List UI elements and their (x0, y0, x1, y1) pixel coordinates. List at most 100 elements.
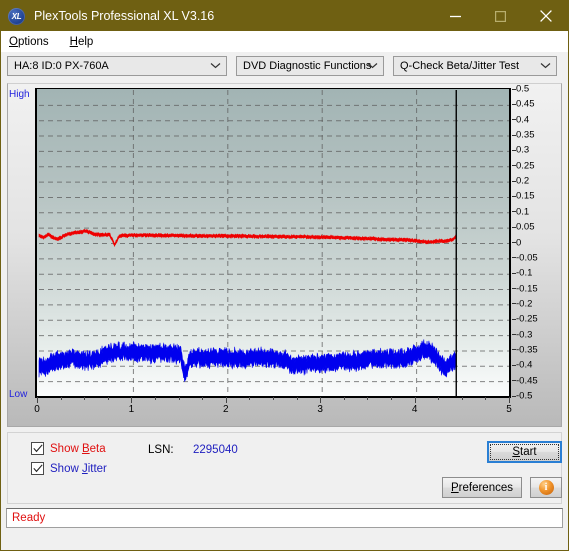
y-tick-mark (512, 303, 516, 305)
y-tick-label: -0.15 (516, 283, 538, 295)
window-title: PlexTools Professional XL V3.16 (34, 9, 215, 23)
y-tick-mark (512, 257, 516, 259)
y-tick-label: 0.35 (516, 129, 535, 141)
selector-toolbar: HA:8 ID:0 PX-760A DVD Diagnostic Functio… (1, 52, 568, 80)
y-tick-label: 0.3 (516, 144, 530, 156)
maximize-icon[interactable] (478, 1, 523, 31)
chevron-down-icon (210, 60, 221, 72)
show-jitter-checkbox[interactable] (31, 462, 44, 475)
x-tick-mark (131, 397, 133, 403)
y-tick-label: -0.35 (516, 344, 538, 356)
y-tick-mark (512, 195, 516, 197)
plot-area (35, 88, 511, 398)
y-tick-mark (512, 395, 516, 397)
y-tick-mark (512, 211, 516, 213)
y-tick-mark (512, 119, 516, 121)
x-tick-mark (202, 397, 204, 400)
drive-select[interactable]: HA:8 ID:0 PX-760A (7, 56, 227, 76)
y-tick-mark (512, 318, 516, 320)
x-tick-mark (249, 397, 251, 400)
menu-item-options[interactable]: Options (7, 34, 58, 50)
function-select[interactable]: DVD Diagnostic Functions (236, 56, 384, 76)
y-tick-mark (512, 272, 516, 274)
y-tick-mark (512, 349, 516, 351)
title-bar: XL PlexTools Professional XL V3.16 (1, 1, 568, 31)
status-bar: Ready (6, 508, 563, 528)
y-tick-label: -0.45 (516, 375, 538, 387)
x-tick-mark (107, 397, 109, 400)
y-tick-label: -0.5 (516, 390, 533, 402)
x-tick-mark (485, 397, 487, 400)
show-beta-checkbox[interactable] (31, 442, 44, 455)
lsn-label: LSN: (148, 444, 174, 456)
x-tick-label: 3 (317, 404, 323, 415)
control-panel: Show Beta Show Jitter LSN: 2295040 Start… (7, 432, 562, 504)
menu-bar: Options Help (1, 31, 568, 52)
y-tick-label: 0.15 (516, 190, 535, 202)
y-tick-label: -0.4 (516, 359, 533, 371)
y-tick-label: -0.05 (516, 252, 538, 264)
x-tick-label: 4 (411, 404, 418, 415)
y-tick-label: 0.45 (516, 98, 535, 110)
y-tick-label: -0.2 (516, 298, 533, 310)
menu-item-help-rest: elp (77, 35, 94, 48)
x-tick-mark (296, 397, 298, 400)
focus-ring (490, 444, 559, 460)
x-tick-mark (461, 397, 463, 400)
close-icon[interactable] (523, 1, 568, 31)
y-tick-label: 0.25 (516, 160, 535, 172)
y-tick-mark (512, 380, 516, 382)
minimize-icon[interactable] (433, 1, 478, 31)
y-tick-mark (512, 364, 516, 366)
y-tick-label: 0 (516, 237, 522, 248)
y-tick-mark (512, 334, 516, 336)
y-tick-label: -0.3 (516, 329, 533, 341)
x-tick-mark (84, 397, 86, 400)
beta-jitter-chart (38, 90, 509, 396)
x-tick-mark (343, 397, 345, 400)
plextools-window: XL PlexTools Professional XL V3.16 Optio… (0, 0, 569, 551)
test-select[interactable]: Q-Check Beta/Jitter Test (393, 56, 557, 76)
status-text: Ready (12, 512, 46, 524)
x-tick-mark (414, 397, 416, 403)
x-tick-label: 0 (34, 404, 40, 415)
x-tick-mark (155, 397, 156, 400)
info-button[interactable]: i (530, 477, 562, 498)
chevron-down-icon (367, 60, 378, 72)
window-controls (433, 1, 568, 31)
lsn-value: 2295040 (193, 444, 238, 456)
show-beta-row[interactable]: Show Beta (31, 442, 106, 455)
x-tick-mark (438, 397, 440, 400)
menu-item-help[interactable]: Help (68, 34, 103, 50)
show-jitter-row[interactable]: Show Jitter (31, 462, 107, 475)
chevron-down-icon (540, 60, 551, 72)
x-tick-mark (367, 397, 369, 400)
x-tick-label: 2 (223, 404, 229, 415)
y-tick-label: 0.4 (516, 114, 530, 126)
x-tick-mark (273, 397, 274, 400)
y-tick-mark (512, 149, 516, 151)
show-jitter-label: Show Jitter (50, 462, 107, 475)
x-tick-mark (60, 397, 62, 400)
y-tick-mark (512, 103, 516, 105)
x-tick-mark (391, 397, 392, 400)
x-tick-mark (320, 397, 322, 403)
start-button[interactable]: Start (487, 441, 562, 463)
x-tick-mark (37, 397, 38, 403)
x-tick-mark (225, 397, 227, 403)
x-tick-label: 5 (506, 404, 512, 415)
x-tick-label: 1 (128, 404, 135, 415)
y-tick-label: 0.5 (516, 83, 530, 95)
y-tick-label: 0.1 (516, 206, 530, 218)
y-tick-mark (512, 88, 516, 90)
y-tick-label: 0.2 (516, 175, 530, 187)
preferences-button-label: Preferences (450, 481, 513, 494)
axis-top-label: High (9, 89, 30, 100)
function-select-value: DVD Diagnostic Functions (243, 60, 372, 72)
y-tick-mark (512, 288, 516, 290)
axis-bottom-label: Low (9, 389, 28, 400)
drive-select-value: HA:8 ID:0 PX-760A (14, 60, 109, 72)
show-beta-label: Show Beta (50, 442, 106, 455)
preferences-button[interactable]: Preferences (442, 477, 522, 498)
test-select-value: Q-Check Beta/Jitter Test (400, 60, 520, 72)
